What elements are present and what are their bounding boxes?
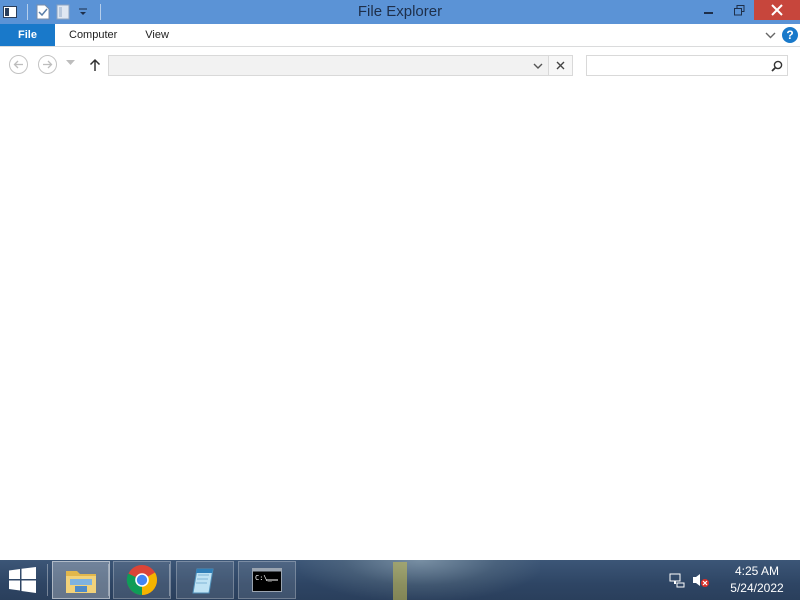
windows-logo-icon (9, 567, 36, 593)
system-tray: 4:25 AM 5/24/2022 (666, 560, 800, 600)
address-input[interactable] (109, 56, 528, 75)
new-folder-icon[interactable] (54, 2, 72, 22)
expand-ribbon-icon[interactable] (765, 32, 776, 39)
tab-computer[interactable]: Computer (55, 24, 131, 46)
taskbar-app-command-prompt[interactable]: C:\_ (238, 561, 296, 599)
clear-address-button[interactable] (549, 55, 573, 76)
file-list-area[interactable] (0, 83, 800, 560)
taskbar: C:\_ 4:25 AM 5/24/2022 (0, 560, 800, 600)
notepad-icon (192, 568, 214, 594)
minimize-icon[interactable] (694, 0, 724, 20)
window-controls (694, 0, 800, 22)
taskbar-grip (169, 564, 172, 596)
taskbar-background-glow (300, 560, 540, 600)
network-icon[interactable] (666, 569, 688, 591)
help-icon[interactable]: ? (782, 27, 798, 43)
qat-separator (27, 4, 28, 20)
navigation-bar (0, 47, 800, 83)
recent-locations-icon[interactable] (66, 59, 76, 69)
close-icon[interactable] (754, 0, 800, 20)
forward-arrow-icon[interactable] (38, 55, 57, 74)
restore-icon[interactable] (724, 0, 754, 20)
taskbar-app-chrome[interactable] (113, 561, 171, 599)
clock[interactable]: 4:25 AM 5/24/2022 (714, 563, 800, 597)
taskbar-grip (47, 564, 50, 596)
tab-file[interactable]: File (0, 24, 55, 46)
window-title: File Explorer (357, 3, 443, 20)
search-input[interactable] (587, 56, 767, 75)
qat-separator (100, 4, 101, 20)
ribbon-right-controls: ? (765, 24, 798, 46)
clock-date: 5/24/2022 (730, 581, 784, 595)
cmd-icon: C:\_ (252, 568, 282, 592)
search-box (586, 55, 788, 76)
taskbar-app-notepad[interactable] (176, 561, 234, 599)
ribbon-tabs: File Computer View ? (0, 24, 800, 47)
folder-icon (66, 571, 96, 593)
properties-icon[interactable] (34, 2, 52, 22)
taskbar-background-highlight (393, 562, 407, 600)
tab-view[interactable]: View (131, 24, 183, 46)
start-button[interactable] (6, 565, 40, 595)
svg-text:C:\_: C:\_ (255, 574, 273, 582)
up-arrow-icon[interactable] (86, 55, 104, 75)
title-bar: File Explorer (0, 0, 800, 24)
window-menu-icon[interactable] (1, 2, 19, 22)
taskbar-app-file-explorer[interactable] (52, 561, 110, 599)
volume-muted-icon[interactable] (690, 569, 712, 591)
address-bar (108, 55, 549, 76)
taskbar-grip (108, 564, 111, 596)
address-dropdown-icon[interactable] (528, 56, 548, 75)
clock-time: 4:25 AM (734, 564, 780, 578)
customize-dropdown-icon[interactable] (74, 2, 92, 22)
search-icon[interactable] (767, 56, 787, 75)
close-icon (556, 61, 565, 70)
back-arrow-icon[interactable] (9, 55, 28, 74)
chrome-icon (126, 565, 158, 595)
quick-access-toolbar (0, 0, 107, 24)
